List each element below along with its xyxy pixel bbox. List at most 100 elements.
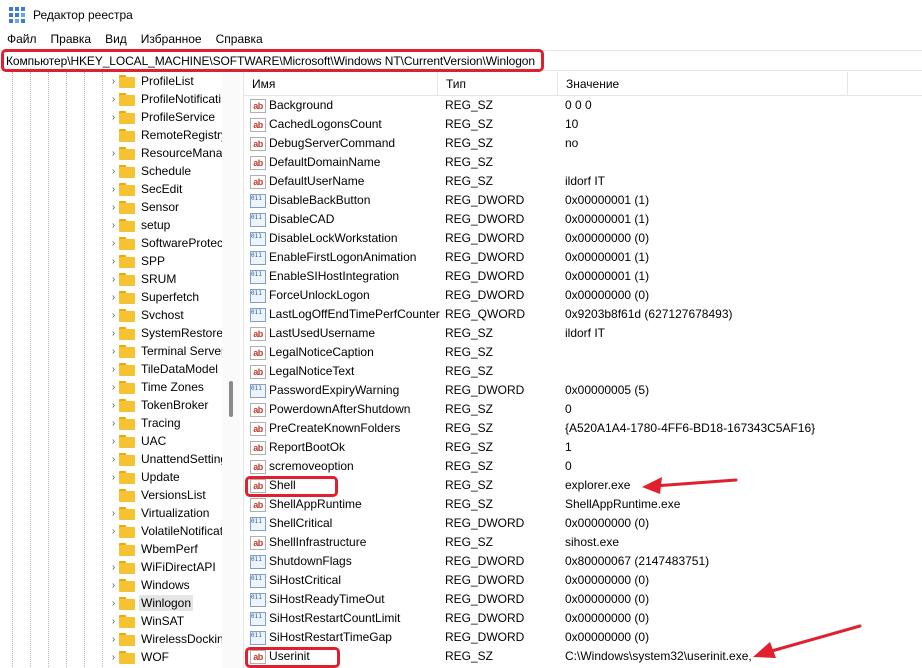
tree-item[interactable]: › WOF xyxy=(108,648,171,666)
chevron-right-icon[interactable]: › xyxy=(108,454,119,465)
tree-item[interactable]: › TokenBroker xyxy=(108,396,210,414)
value-row[interactable]: 011 110EnableSIHostIntegration REG_DWORD 0… xyxy=(244,267,922,286)
chevron-right-icon[interactable]: › xyxy=(108,400,119,411)
tree-item[interactable]: › Windows xyxy=(108,576,192,594)
chevron-right-icon[interactable]: › xyxy=(108,292,119,303)
value-row[interactable]: 011 110LastLogOffEndTimePerfCounter REG_Q… xyxy=(244,305,922,324)
menu-view[interactable]: Вид xyxy=(98,32,134,46)
menu-favorites[interactable]: Избранное xyxy=(134,32,209,46)
tree-item[interactable]: › SRUM xyxy=(108,270,178,288)
chevron-right-icon[interactable]: › xyxy=(108,94,119,105)
chevron-right-icon[interactable]: › xyxy=(108,382,119,393)
chevron-right-icon[interactable]: › xyxy=(108,634,119,645)
chevron-right-icon[interactable]: › xyxy=(108,346,119,357)
chevron-right-icon[interactable]: › xyxy=(108,364,119,375)
tree-item[interactable]: › WinSAT xyxy=(108,612,186,630)
value-list[interactable]: Имя Тип Значение ab Background REG_SZ 0 0 0… xyxy=(243,72,922,668)
tree-item[interactable]: › VolatileNotificat xyxy=(108,522,225,540)
value-row[interactable]: ab LegalNoticeText REG_SZ xyxy=(244,362,922,381)
value-row[interactable]: 011 110ForceUnlockLogon REG_DWORD 0x000000… xyxy=(244,286,922,305)
tree-item[interactable]: › setup xyxy=(108,216,172,234)
chevron-right-icon[interactable]: › xyxy=(108,436,119,447)
tree-item[interactable]: › Terminal Server xyxy=(108,342,227,360)
value-row[interactable]: 011 110DisableLockWorkstation REG_DWORD 0x… xyxy=(244,229,922,248)
tree-item[interactable]: › Virtualization xyxy=(108,504,211,522)
value-row[interactable]: 011 110ShutdownFlags REG_DWORD 0x80000067 … xyxy=(244,552,922,571)
chevron-right-icon[interactable]: › xyxy=(108,652,119,663)
tree-item[interactable]: › Winlogon xyxy=(108,594,194,612)
chevron-right-icon[interactable]: › xyxy=(108,274,119,285)
tree-item[interactable]: › Update xyxy=(108,468,182,486)
value-row[interactable]: ab scremoveoption REG_SZ 0 xyxy=(244,457,922,476)
chevron-right-icon[interactable]: › xyxy=(108,76,119,87)
chevron-right-icon[interactable]: › xyxy=(108,220,119,231)
value-row[interactable]: ab CachedLogonsCount REG_SZ 10 xyxy=(244,115,922,134)
chevron-right-icon[interactable]: › xyxy=(108,166,119,177)
chevron-right-icon[interactable]: › xyxy=(108,148,119,159)
chevron-right-icon[interactable]: › xyxy=(108,418,119,429)
value-row[interactable]: ab Shell REG_SZ explorer.exe xyxy=(244,476,922,495)
value-row[interactable]: ab PowerdownAfterShutdown REG_SZ 0 xyxy=(244,400,922,419)
value-row[interactable]: 011 110PasswordExpiryWarning REG_DWORD 0x0… xyxy=(244,381,922,400)
tree-item[interactable]: WbemPerf xyxy=(108,540,200,558)
chevron-right-icon[interactable]: › xyxy=(108,580,119,591)
value-row[interactable]: ab LastUsedUsername REG_SZ ildorf IT xyxy=(244,324,922,343)
chevron-right-icon[interactable]: › xyxy=(108,238,119,249)
chevron-right-icon[interactable]: › xyxy=(108,112,119,123)
value-row[interactable]: ab LegalNoticeCaption REG_SZ xyxy=(244,343,922,362)
chevron-right-icon[interactable]: › xyxy=(108,598,119,609)
column-value[interactable]: Значение xyxy=(558,72,848,96)
value-row[interactable]: 011 110SiHostCritical REG_DWORD 0x00000000… xyxy=(244,571,922,590)
tree-item[interactable]: › ProfileService xyxy=(108,108,217,126)
value-row[interactable]: ab ShellAppRuntime REG_SZ ShellAppRuntime.e… xyxy=(244,495,922,514)
tree-item[interactable]: › ProfileList xyxy=(108,72,196,90)
tree-item[interactable]: › SecEdit xyxy=(108,180,184,198)
tree-item[interactable]: › SoftwareProtect xyxy=(108,234,228,252)
value-row[interactable]: ab DefaultUserName REG_SZ ildorf IT xyxy=(244,172,922,191)
tree-item[interactable]: › SystemRestore xyxy=(108,324,225,342)
value-row[interactable]: ab DebugServerCommand REG_SZ no xyxy=(244,134,922,153)
tree-item[interactable]: › Svchost xyxy=(108,306,186,324)
value-row[interactable]: 011 110DisableCAD REG_DWORD 0x00000001 (1) xyxy=(244,210,922,229)
value-row[interactable]: 011 110DisableBackButton REG_DWORD 0x00000… xyxy=(244,191,922,210)
chevron-right-icon[interactable]: › xyxy=(108,472,119,483)
chevron-right-icon[interactable]: › xyxy=(108,508,119,519)
chevron-right-icon[interactable]: › xyxy=(108,328,119,339)
tree-item[interactable]: › WirelessDocking xyxy=(108,630,232,648)
tree-item[interactable]: › WiFiDirectAPI xyxy=(108,558,218,576)
chevron-right-icon[interactable]: › xyxy=(108,184,119,195)
chevron-right-icon[interactable]: › xyxy=(108,310,119,321)
tree-item[interactable]: › UAC xyxy=(108,432,168,450)
chevron-right-icon[interactable]: › xyxy=(108,202,119,213)
key-tree[interactable]: › ProfileList › ProfileNotificati › ProfileSe… xyxy=(0,72,240,668)
value-row[interactable]: ab ReportBootOk REG_SZ 1 xyxy=(244,438,922,457)
tree-item[interactable]: › ResourceManag xyxy=(108,144,231,162)
chevron-right-icon[interactable]: › xyxy=(108,526,119,537)
tree-scrollbar[interactable] xyxy=(222,72,240,668)
value-row[interactable]: 011 110SiHostReadyTimeOut REG_DWORD 0x0000… xyxy=(244,590,922,609)
menu-help[interactable]: Справка xyxy=(209,32,270,46)
column-type[interactable]: Тип xyxy=(438,72,558,96)
tree-item[interactable]: › UnattendSetting xyxy=(108,450,229,468)
tree-item[interactable]: › ProfileNotificati xyxy=(108,90,223,108)
chevron-right-icon[interactable]: › xyxy=(108,562,119,573)
value-row[interactable]: ab PreCreateKnownFolders REG_SZ {A520A1A4-1… xyxy=(244,419,922,438)
value-row[interactable]: 011 110EnableFirstLogonAnimation REG_DWOR… xyxy=(244,248,922,267)
menu-file[interactable]: Файл xyxy=(0,32,44,46)
tree-item[interactable]: › TileDataModel xyxy=(108,360,220,378)
menu-edit[interactable]: Правка xyxy=(44,32,99,46)
chevron-right-icon[interactable]: › xyxy=(108,256,119,267)
tree-item[interactable]: › SPP xyxy=(108,252,167,270)
chevron-right-icon[interactable]: › xyxy=(108,616,119,627)
value-row[interactable]: ab ShellInfrastructure REG_SZ sihost.exe xyxy=(244,533,922,552)
column-name[interactable]: Имя xyxy=(244,72,438,96)
tree-item[interactable]: › Superfetch xyxy=(108,288,201,306)
tree-scrollbar-thumb[interactable] xyxy=(229,381,233,417)
tree-item[interactable]: RemoteRegistry xyxy=(108,126,229,144)
tree-item[interactable]: › Time Zones xyxy=(108,378,206,396)
value-row[interactable]: 011 110ShellCritical REG_DWORD 0x00000000 … xyxy=(244,514,922,533)
value-row[interactable]: ab Background REG_SZ 0 0 0 xyxy=(244,96,922,115)
value-row[interactable]: ab DefaultDomainName REG_SZ xyxy=(244,153,922,172)
tree-item[interactable]: › Schedule xyxy=(108,162,193,180)
tree-item[interactable]: VersionsList xyxy=(108,486,208,504)
